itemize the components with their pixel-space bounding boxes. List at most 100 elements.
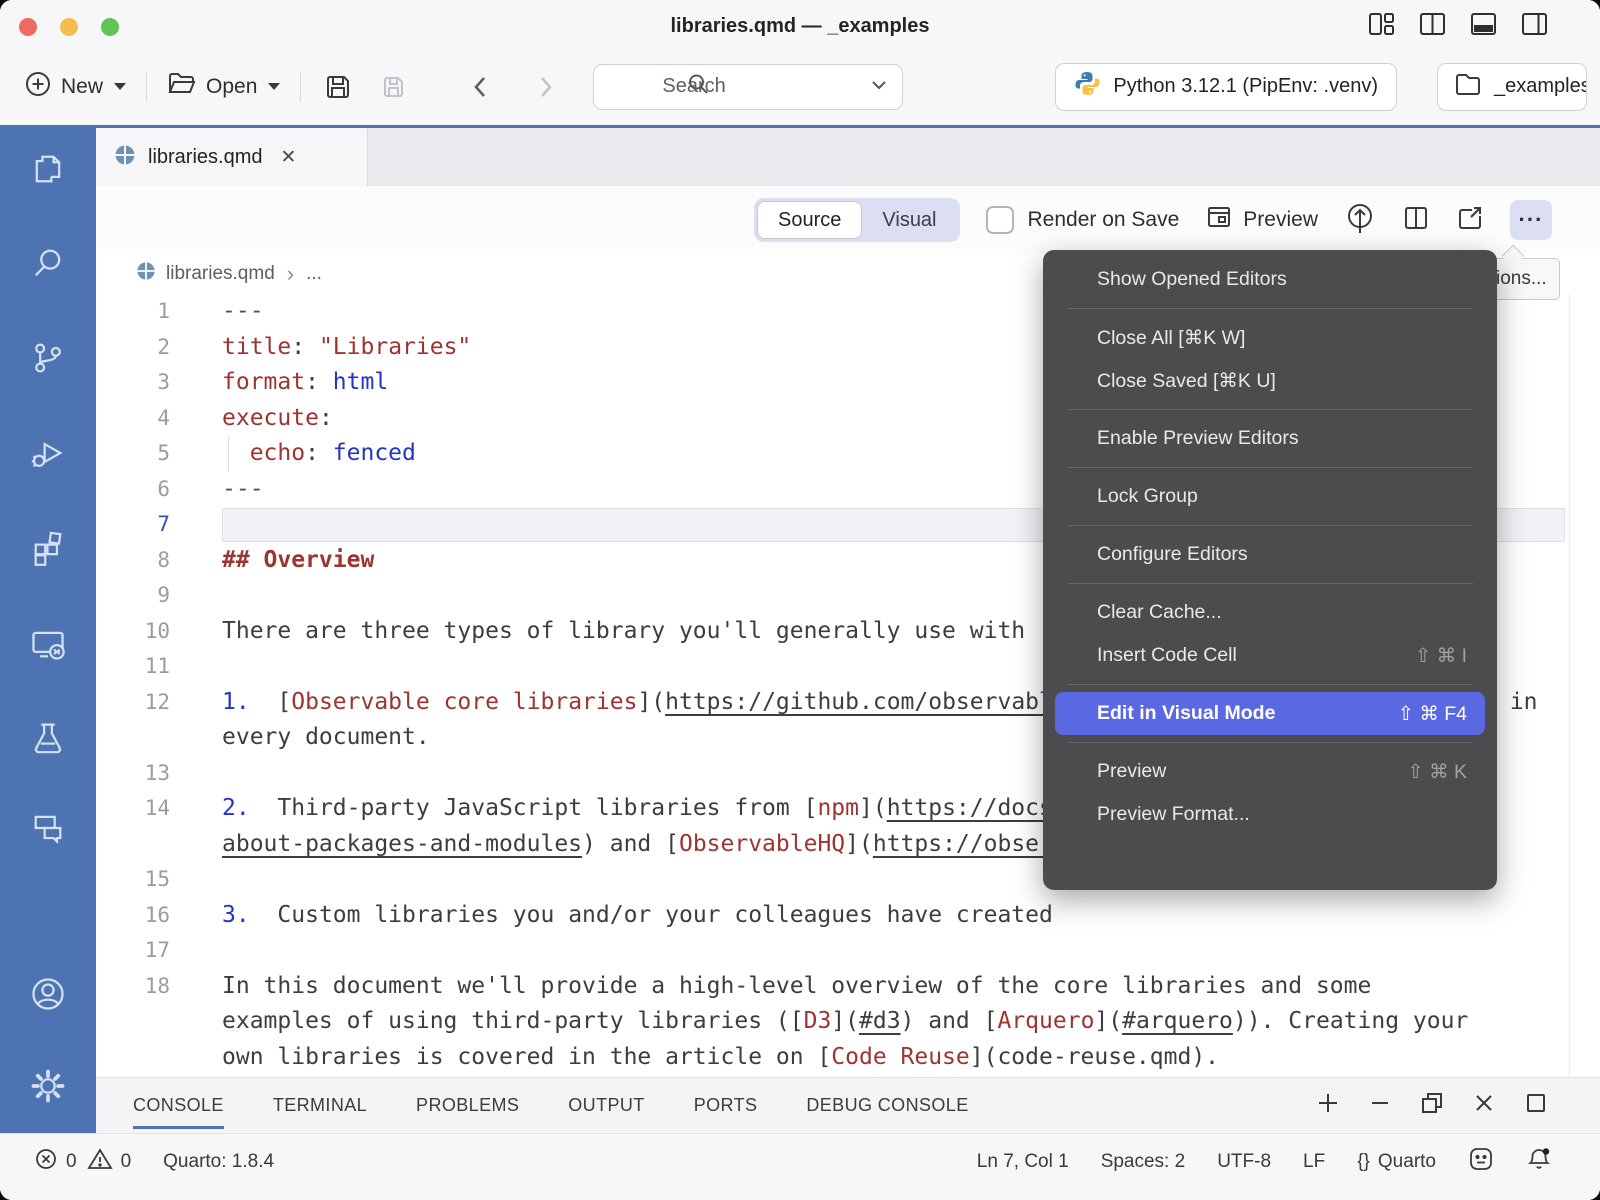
- menu-item-label: Preview Format...: [1097, 803, 1467, 826]
- menu-item-label: Close All [⌘K W]: [1097, 326, 1467, 350]
- save-all-button[interactable]: [365, 72, 421, 102]
- account-icon[interactable]: [29, 975, 67, 1013]
- folder-icon: [1454, 72, 1482, 102]
- indentation-status[interactable]: Spaces: 2: [1101, 1151, 1186, 1173]
- forward-button[interactable]: [523, 72, 569, 102]
- customize-layout-icon[interactable]: [1368, 11, 1395, 37]
- notifications-bell-icon[interactable]: [1526, 1146, 1552, 1178]
- toggle-panel-icon[interactable]: [1470, 11, 1497, 37]
- menu-item-lock-group[interactable]: Lock Group: [1043, 475, 1497, 518]
- preview-button[interactable]: Preview: [1205, 203, 1318, 237]
- minimize-panel-icon[interactable]: [1369, 1091, 1391, 1120]
- line-number: 1: [96, 294, 170, 330]
- menu-item-label: Insert Code Cell: [1097, 644, 1415, 667]
- code-line[interactable]: 18In this document we'll provide a high-…: [96, 969, 1569, 1005]
- editor-tab-strip: libraries.qmd ✕: [96, 128, 1600, 186]
- app-window: libraries.qmd — _examples New Open Searc…: [0, 0, 1600, 1200]
- new-button[interactable]: New: [14, 70, 136, 104]
- search-input[interactable]: Search: [593, 64, 903, 110]
- menu-item-show-opened-editors[interactable]: Show Opened Editors: [1043, 258, 1497, 301]
- close-panel-icon[interactable]: [1473, 1091, 1495, 1120]
- line-number: 15: [96, 862, 170, 898]
- maximize-panel-icon[interactable]: [1524, 1091, 1548, 1120]
- restore-panel-icon[interactable]: [1420, 1091, 1444, 1120]
- panel-tab-output[interactable]: OUTPUT: [568, 1078, 644, 1134]
- line-number: 18: [96, 969, 170, 1005]
- source-mode-button[interactable]: Source: [757, 201, 862, 239]
- open-button[interactable]: Open: [157, 71, 290, 103]
- extensions-icon[interactable]: [29, 529, 67, 567]
- panel-tab-problems[interactable]: PROBLEMS: [416, 1078, 519, 1134]
- menu-item-configure-editors[interactable]: Configure Editors: [1043, 533, 1497, 576]
- explorer-icon[interactable]: [29, 150, 67, 188]
- title-bar: libraries.qmd — _examples: [0, 0, 1600, 48]
- visual-mode-button[interactable]: Visual: [862, 201, 956, 239]
- testing-icon[interactable]: [29, 719, 67, 757]
- eol-status[interactable]: LF: [1303, 1151, 1325, 1173]
- menu-item-edit-in-visual-mode[interactable]: Edit in Visual Mode⇧ ⌘ F4: [1055, 692, 1485, 735]
- cursor-position-status[interactable]: Ln 7, Col 1: [977, 1151, 1069, 1173]
- search-icon[interactable]: [29, 244, 67, 282]
- feedback-smiley-icon[interactable]: [1468, 1146, 1494, 1178]
- menu-item-insert-code-cell[interactable]: Insert Code Cell⇧ ⌘ I: [1043, 634, 1497, 677]
- panel-tab-console[interactable]: CONSOLE: [133, 1078, 224, 1134]
- line-number: 4: [96, 401, 170, 437]
- activity-bar: [0, 128, 96, 1133]
- more-actions-button[interactable]: ···: [1510, 200, 1552, 240]
- new-console-plus-icon[interactable]: [1316, 1091, 1340, 1120]
- menu-item-label: Lock Group: [1097, 485, 1467, 508]
- menu-item-clear-cache[interactable]: Clear Cache...: [1043, 591, 1497, 634]
- settings-gear-icon[interactable]: [29, 1067, 67, 1105]
- menu-separator: [1067, 467, 1473, 468]
- remote-explorer-icon[interactable]: [29, 625, 67, 663]
- preview-button-label: Preview: [1243, 208, 1318, 232]
- quarto-version-status[interactable]: Quarto: 1.8.4: [163, 1151, 274, 1173]
- split-editor-layout-icon[interactable]: [1419, 11, 1446, 37]
- preview-icon: [1205, 203, 1233, 237]
- code-line-text: 3. Custom libraries you and/or your coll…: [222, 898, 1053, 934]
- code-line[interactable]: 17: [96, 933, 1569, 969]
- line-number: 8: [96, 543, 170, 579]
- menu-item-preview[interactable]: Preview⇧ ⌘ K: [1043, 750, 1497, 793]
- run-debug-icon[interactable]: [29, 434, 67, 472]
- braces-icon: {}: [1357, 1151, 1370, 1173]
- menu-item-enable-preview-editors[interactable]: Enable Preview Editors: [1043, 417, 1497, 460]
- render-button[interactable]: [1344, 201, 1376, 240]
- menu-item-label: Preview: [1097, 760, 1407, 783]
- chevron-down-icon[interactable]: [870, 78, 888, 96]
- encoding-status[interactable]: UTF-8: [1217, 1151, 1271, 1173]
- toggle-secondary-sidebar-icon[interactable]: [1521, 11, 1548, 37]
- back-button[interactable]: [457, 72, 503, 102]
- status-bar: 0 0 Quarto: 1.8.4 Ln 7, Col 1 Spaces: 2 …: [0, 1133, 1600, 1200]
- menu-item-close-all-k-w[interactable]: Close All [⌘K W]: [1043, 316, 1497, 359]
- open-in-new-window-icon[interactable]: [1456, 204, 1484, 237]
- breadcrumb-file[interactable]: libraries.qmd: [166, 263, 275, 285]
- breadcrumb-more[interactable]: ...: [306, 263, 322, 285]
- source-control-icon[interactable]: [29, 339, 67, 377]
- tab-libraries-qmd[interactable]: libraries.qmd ✕: [96, 128, 368, 186]
- line-number: 10: [96, 614, 170, 650]
- code-line-text: own libraries is covered in the article …: [222, 1040, 1219, 1076]
- interpreter-selector[interactable]: Python 3.12.1 (PipEnv: .venv): [1055, 63, 1397, 111]
- main-toolbar: New Open Search Python 3.12.1 (PipEnv: .…: [0, 48, 1600, 128]
- split-editor-icon[interactable]: [1402, 204, 1430, 237]
- code-line[interactable]: examples of using third-party libraries …: [96, 1004, 1569, 1040]
- workspace-folder-button[interactable]: _examples: [1437, 63, 1587, 111]
- code-line[interactable]: 163. Custom libraries you and/or your co…: [96, 898, 1569, 934]
- tab-close-icon[interactable]: ✕: [280, 146, 296, 169]
- comments-icon[interactable]: [29, 809, 67, 847]
- render-on-save-checkbox[interactable]: [986, 206, 1014, 234]
- code-line[interactable]: own libraries is covered in the article …: [96, 1040, 1569, 1076]
- chevron-right-icon: ›: [287, 261, 294, 287]
- errors-indicator[interactable]: 0: [34, 1147, 77, 1177]
- panel-tab-terminal[interactable]: TERMINAL: [273, 1078, 367, 1134]
- warnings-indicator[interactable]: 0: [87, 1147, 132, 1177]
- panel-tab-ports[interactable]: PORTS: [694, 1078, 758, 1134]
- save-button[interactable]: [311, 72, 365, 102]
- python-logo-icon: [1074, 70, 1101, 103]
- menu-item-preview-format[interactable]: Preview Format...: [1043, 793, 1497, 836]
- language-mode-status[interactable]: {} Quarto: [1357, 1151, 1436, 1173]
- menu-item-close-saved-k-u[interactable]: Close Saved [⌘K U]: [1043, 359, 1497, 402]
- panel-tab-debug-console[interactable]: DEBUG CONSOLE: [806, 1078, 968, 1134]
- editor-action-bar: Source Visual Render on Save Preview ···: [96, 186, 1600, 254]
